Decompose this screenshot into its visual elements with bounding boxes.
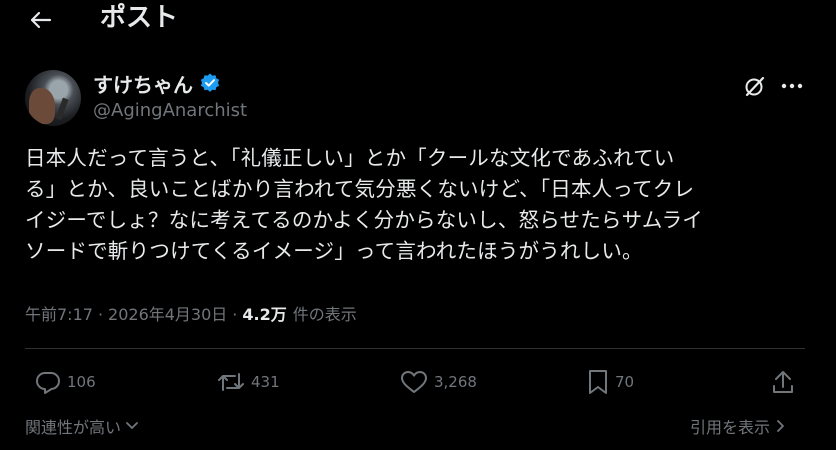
views-label: 件の表示	[292, 305, 357, 324]
more-horizontal-icon	[781, 83, 803, 89]
share-icon	[773, 371, 793, 393]
share-button[interactable]	[771, 364, 795, 400]
repost-button[interactable]: 431	[217, 364, 280, 400]
like-count: 3,268	[434, 373, 477, 391]
chevron-down-icon	[126, 422, 138, 429]
tweet-time[interactable]: 午前7:17	[25, 301, 93, 325]
tweet-line: 日本人だって言うと、「礼儀正しい」とか「クールな文化であふれてい	[25, 146, 675, 170]
tweet-line: ソードで斬りつけてくるイメージ」って言われたほうがうれしい。	[25, 239, 643, 263]
reply-count: 106	[67, 373, 96, 391]
sort-label: 関連性が高い	[25, 418, 122, 437]
bookmark-count: 70	[615, 373, 635, 391]
avatar-detail	[55, 97, 69, 121]
bookmark-icon	[589, 370, 607, 394]
quotes-label: 引用を表示	[690, 418, 771, 437]
top-bar: ポスト	[0, 0, 836, 40]
reply-button[interactable]: 106	[35, 364, 96, 400]
avatar-figure	[29, 88, 55, 124]
repost-icon	[218, 373, 244, 391]
divider	[25, 348, 805, 349]
sort-replies-button[interactable]: 関連性が高い	[25, 414, 139, 438]
views-count: 4.2万	[242, 305, 287, 324]
more-options-button[interactable]	[778, 73, 806, 99]
tweet-meta: 午前7:17 · 2026年4月30日 · 4.2万 件の表示	[25, 301, 357, 325]
author-handle[interactable]: @AgingAnarchist	[93, 100, 247, 121]
reply-icon	[36, 372, 60, 394]
tweet-line: る」とか、良いことばかり言われて気分悪くないけど、「日本人ってクレ	[25, 177, 695, 201]
author-name-row: すけちゃん	[93, 69, 221, 98]
page-title: ポスト	[100, 3, 179, 33]
tweet-date[interactable]: 2026年4月30日	[108, 301, 227, 325]
meta-separator: ·	[97, 305, 104, 324]
bookmark-button[interactable]: 70	[587, 364, 634, 400]
tweet-line: イジーでしょ？なに考えてるのかよく分からないし、怒らせたらサムライ	[25, 208, 703, 232]
grok-icon	[745, 76, 765, 97]
back-button[interactable]	[24, 6, 58, 34]
heart-icon	[401, 371, 427, 393]
verified-badge-icon[interactable]	[199, 72, 221, 94]
view-quotes-button[interactable]: 引用を表示	[690, 414, 786, 438]
display-name[interactable]: すけちゃん	[93, 69, 193, 98]
meta-separator: ·	[232, 305, 238, 324]
chevron-right-icon	[777, 420, 784, 432]
action-bar: 106 431 3,268 70	[25, 364, 805, 400]
repost-count: 431	[251, 373, 280, 391]
avatar[interactable]	[25, 70, 81, 126]
tweet-text: 日本人だって言うと、「礼儀正しい」とか「クールな文化であふれてい る」とか、良い…	[25, 143, 815, 267]
arrow-left-icon	[30, 11, 52, 29]
like-button[interactable]: 3,268	[400, 364, 477, 400]
grok-button[interactable]	[742, 73, 768, 99]
